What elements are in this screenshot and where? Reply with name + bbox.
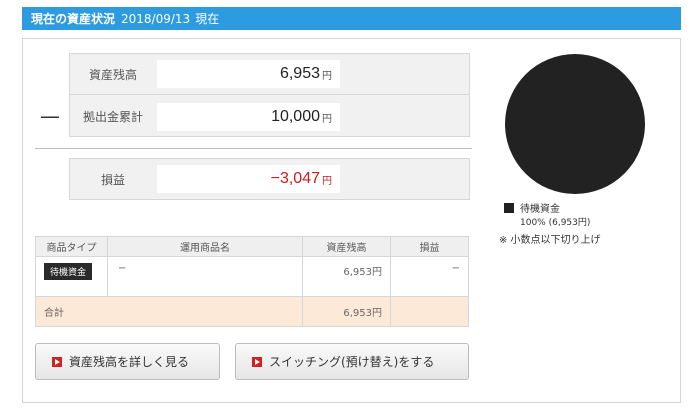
header-suffix: 現在 [195, 12, 220, 26]
contribution-row: 拠出金累計 10,000 円 [70, 96, 469, 137]
rounding-note: ※ 小数点以下切り上げ [499, 235, 601, 246]
switching-label: スイッチング(預け替え)をする [269, 355, 435, 369]
total-row: 合計 6,953円 [35, 296, 469, 327]
total-label: 合計 [35, 296, 303, 327]
asset-detail-label: 資産残高を詳しく見る [69, 355, 190, 369]
summary-box: 資産残高 6,953 円 拠出金累計 10,000 円 [69, 53, 470, 137]
col-balance: 資産残高 [302, 236, 391, 257]
switching-button[interactable]: スイッチング(預け替え)をする [235, 343, 469, 380]
total-balance: 6,953円 [302, 296, 391, 327]
contribution-value: 10,000 円 [157, 103, 340, 131]
col-name: 運用商品名 [107, 236, 303, 257]
pl-row: 損益 −3,047 円 [70, 159, 469, 199]
total-pl [390, 296, 469, 327]
legend-swatch [504, 203, 514, 213]
header-date: 2018/09/13 [121, 11, 191, 26]
type-badge: 待機資金 [44, 263, 93, 280]
pl-label: 損益 [100, 172, 125, 187]
balance-row: 資産残高 6,953 円 [70, 54, 469, 95]
page-title: 現在の資産状況 [31, 12, 116, 26]
asset-detail-button[interactable]: 資産残高を詳しく見る [35, 343, 220, 380]
table-header: 商品タイプ 運用商品名 資産残高 損益 [35, 236, 469, 257]
legend-label: 待機資金 [520, 204, 560, 215]
chart-legend: 待機資金 100% (6,953円) [504, 200, 590, 228]
arrow-right-icon [252, 356, 262, 367]
divider [35, 148, 472, 149]
holdings-table: 商品タイプ 運用商品名 資産残高 損益 待機資金 − 6,953円 − 合計 6… [35, 236, 469, 327]
contribution-label: 拠出金累計 [82, 110, 143, 124]
pl-value: −3,047 円 [157, 165, 340, 193]
page-header: 現在の資産状況 2018/09/13 現在 [22, 7, 681, 30]
cell-pl: − [390, 256, 469, 297]
col-pl: 損益 [390, 236, 469, 257]
pie-slice-standby-funds [505, 54, 645, 194]
legend-detail: 100% (6,953円) [520, 218, 591, 228]
arrow-right-icon [52, 356, 62, 367]
pl-box: 損益 −3,047 円 [69, 158, 470, 200]
cell-type: 待機資金 [35, 256, 108, 297]
cell-balance: 6,953円 [302, 256, 391, 297]
balance-value: 6,953 円 [157, 60, 340, 88]
col-type: 商品タイプ [35, 236, 108, 257]
minus-sign: — [40, 104, 60, 128]
cell-name: − [107, 256, 303, 297]
table-row: 待機資金 − 6,953円 − [35, 256, 469, 297]
balance-label: 資産残高 [88, 67, 137, 82]
